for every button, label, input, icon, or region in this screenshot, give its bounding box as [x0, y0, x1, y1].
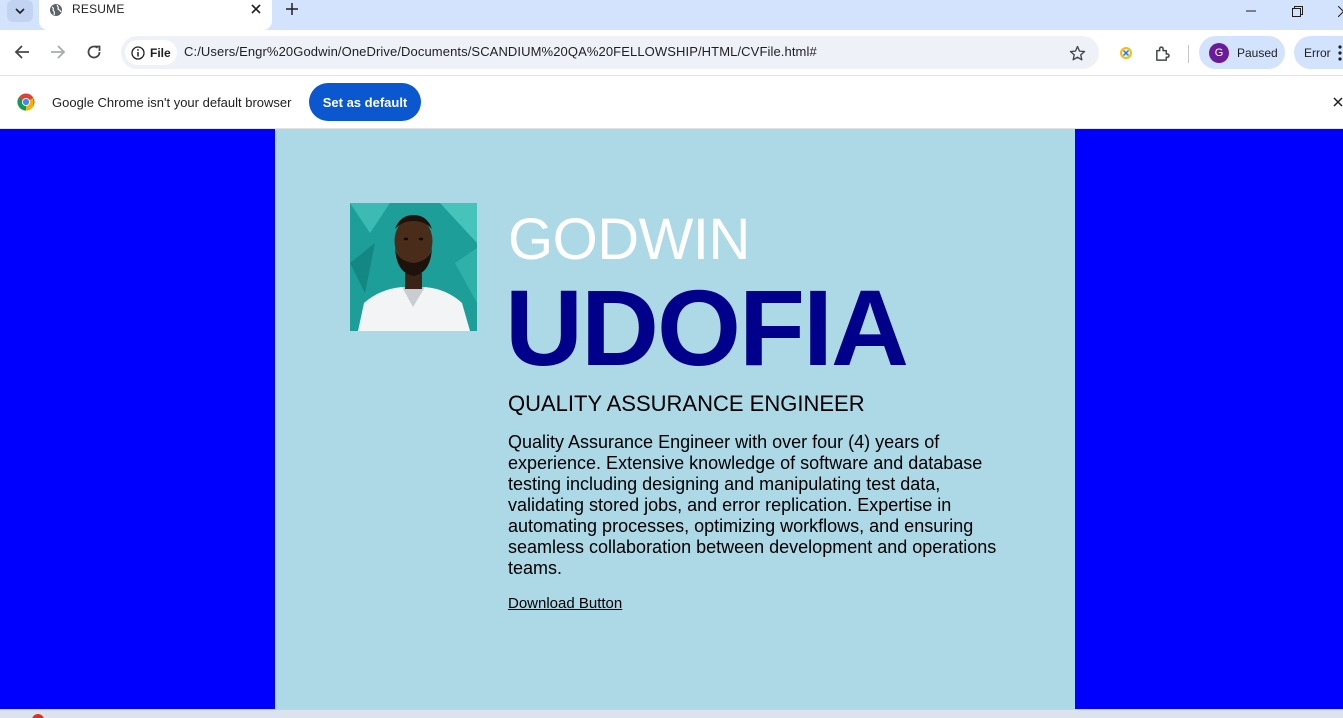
error-button[interactable]: Error [1294, 36, 1343, 69]
address-bar[interactable]: File C:/Users/Engr%20Godwin/OneDrive/Doc… [121, 36, 1099, 69]
globe-icon [50, 4, 62, 16]
job-title: QUALITY ASSURANCE ENGINEER [508, 391, 865, 416]
first-name: GODWIN [508, 207, 750, 272]
chevron-down-icon [15, 8, 25, 15]
avatar: G [1209, 42, 1229, 63]
profile-status: Paused [1237, 45, 1278, 60]
toolbar-divider [1188, 45, 1189, 63]
set-as-default-button[interactable]: Set as default [309, 83, 421, 121]
new-tab-icon[interactable] [284, 1, 300, 17]
taskbar [0, 709, 1343, 718]
page-viewport: GODWIN UDOFIA QUALITY ASSURANCE ENGINEER… [0, 129, 1343, 709]
minimize-icon[interactable] [1228, 0, 1274, 22]
site-info-chip[interactable]: File [125, 40, 177, 65]
infobar-message: Google Chrome isn't your default browser [52, 95, 292, 110]
profile-button[interactable]: G Paused [1199, 36, 1285, 69]
forward-arrow-icon[interactable] [47, 41, 69, 63]
chrome-logo-icon [17, 93, 35, 111]
resume-card: GODWIN UDOFIA QUALITY ASSURANCE ENGINEER… [275, 129, 1075, 709]
bookmark-star-icon[interactable] [1067, 43, 1087, 63]
back-arrow-icon[interactable] [11, 41, 33, 63]
kebab-menu-icon[interactable] [1337, 43, 1343, 63]
default-browser-infobar: Google Chrome isn't your default browser… [0, 76, 1343, 129]
tab-title: RESUME [72, 2, 125, 16]
profile-photo [350, 203, 477, 331]
url-text[interactable]: C:/Users/Engr%20Godwin/OneDrive/Document… [184, 44, 817, 59]
puzzle-extensions-icon[interactable] [1152, 43, 1172, 63]
profile-summary: Quality Assurance Engineer with over fou… [508, 432, 997, 578]
site-chip-label: File [150, 45, 171, 60]
tab-search-button[interactable] [7, 0, 33, 22]
close-infobar-icon[interactable] [1331, 95, 1343, 109]
tab-resume[interactable]: RESUME [39, 0, 272, 30]
extension-icon[interactable] [1116, 43, 1136, 63]
download-button-link[interactable]: Download Button [508, 595, 622, 612]
last-name: UDOFIA [505, 267, 909, 388]
info-icon [131, 45, 145, 60]
browser-toolbar: File C:/Users/Engr%20Godwin/OneDrive/Doc… [0, 30, 1343, 76]
error-label: Error [1304, 45, 1331, 60]
taskbar-app-icon[interactable] [32, 714, 44, 718]
reload-icon[interactable] [83, 41, 105, 63]
close-window-icon[interactable] [1320, 0, 1343, 22]
restore-icon[interactable] [1274, 0, 1320, 22]
close-tab-icon[interactable] [249, 2, 263, 16]
